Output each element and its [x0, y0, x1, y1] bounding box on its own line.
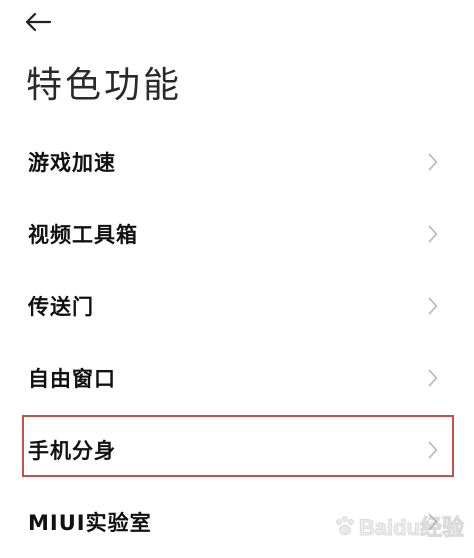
- menu-item-portal[interactable]: 传送门: [0, 270, 474, 342]
- menu-item-label: 自由窗口: [28, 367, 116, 391]
- chevron-right-icon: [426, 223, 440, 245]
- menu-item-game-boost[interactable]: 游戏加速: [0, 126, 474, 198]
- back-button[interactable]: [24, 6, 64, 38]
- menu-item-label: 视频工具箱: [28, 223, 138, 247]
- chevron-right-icon: [426, 367, 440, 389]
- menu-item-label: MIUI实验室: [28, 511, 152, 535]
- menu-item-label: 手机分身: [28, 439, 116, 463]
- menu-item-label: 游戏加速: [28, 151, 116, 175]
- chevron-right-icon: [426, 511, 440, 533]
- menu-item-video-toolbox[interactable]: 视频工具箱: [0, 198, 474, 270]
- chevron-right-icon: [426, 295, 440, 317]
- menu-item-free-window[interactable]: 自由窗口: [0, 342, 474, 414]
- arrow-left-icon: [25, 12, 52, 32]
- chevron-right-icon: [426, 439, 440, 461]
- feature-menu: 游戏加速 视频工具箱 传送门 自由窗口 手机分身 MIUI实验室: [0, 126, 474, 558]
- menu-item-second-space[interactable]: 手机分身: [0, 414, 474, 486]
- chevron-right-icon: [426, 151, 440, 173]
- menu-item-miui-lab[interactable]: MIUI实验室: [0, 486, 474, 558]
- page-title: 特色功能: [26, 65, 183, 106]
- menu-item-label: 传送门: [28, 295, 94, 319]
